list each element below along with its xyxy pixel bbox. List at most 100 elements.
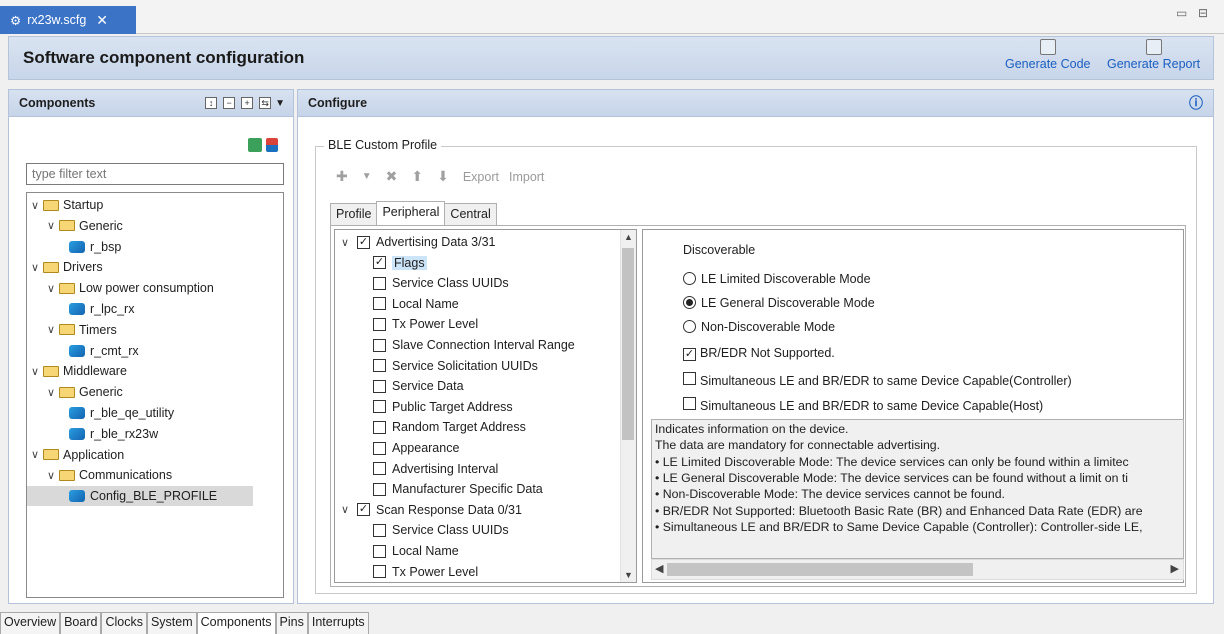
scroll-left-icon[interactable]: ◀ xyxy=(655,562,663,575)
info-icon[interactable]: ⓘ xyxy=(1189,93,1203,113)
move-up-icon[interactable]: ⬆ xyxy=(411,168,423,185)
checkbox[interactable] xyxy=(373,420,386,434)
view-menu-icon[interactable]: ⇆ xyxy=(259,97,272,109)
tree-item-r-ble-qe-utility[interactable]: r_ble_qe_utility xyxy=(63,403,174,423)
tab-peripheral[interactable]: Peripheral xyxy=(376,201,446,225)
list-item-local-name[interactable]: Local Name xyxy=(373,541,459,561)
import-button[interactable]: Import xyxy=(509,170,544,184)
add-icon[interactable]: ✚ xyxy=(336,168,348,185)
tree-item-drivers[interactable]: ∨ Drivers xyxy=(31,257,103,277)
checkbox[interactable] xyxy=(373,544,386,558)
bottom-tab-system[interactable]: System xyxy=(146,612,197,634)
checkbox[interactable] xyxy=(373,400,386,414)
chevron-down-icon[interactable]: ▼ xyxy=(275,98,285,109)
tree-item-communications[interactable]: ∨ Communications xyxy=(47,465,172,485)
chevron-down-icon[interactable]: ∨ xyxy=(31,365,43,378)
tree-item-r-ble-rx23w[interactable]: r_ble_rx23w xyxy=(63,424,158,444)
list-item-service-class-uuids[interactable]: Service Class UUIDs xyxy=(373,520,509,540)
checkbox[interactable] xyxy=(373,359,386,373)
radio-le-general-discoverable-mode[interactable]: LE General Discoverable Mode xyxy=(683,296,875,310)
close-icon[interactable]: ✕ xyxy=(96,12,108,29)
list-item-service-data[interactable]: Service Data xyxy=(373,376,464,396)
checkbox[interactable]: ✓ xyxy=(373,256,386,270)
chevron-down-icon[interactable]: ∨ xyxy=(31,199,43,212)
list-item-manufacturer-specific-data[interactable]: Manufacturer Specific Data xyxy=(373,479,543,499)
checkbox-br-edr-not-supported[interactable]: ✓ BR/EDR Not Supported. xyxy=(683,346,835,361)
minimize-icon[interactable]: ▭ xyxy=(1176,6,1190,20)
tree-item-application[interactable]: ∨ Application xyxy=(31,445,124,465)
checkbox[interactable] xyxy=(373,297,386,311)
scroll-right-icon[interactable]: ▶ xyxy=(1171,562,1179,575)
list-item-flags[interactable]: ✓ Flags xyxy=(373,253,427,273)
radio-non-discoverable-mode[interactable]: Non-Discoverable Mode xyxy=(683,320,835,334)
tree-item-generic[interactable]: ∨ Generic xyxy=(47,382,123,402)
remove-component-icon[interactable] xyxy=(266,138,278,152)
checkbox[interactable]: ✓ xyxy=(357,235,370,249)
radio-le-limited-discoverable-mode[interactable]: LE Limited Discoverable Mode xyxy=(683,272,871,286)
chevron-down-icon[interactable]: ∨ xyxy=(47,469,59,482)
checkbox[interactable] xyxy=(373,338,386,352)
chevron-down-icon[interactable]: ∨ xyxy=(31,261,43,274)
checkbox[interactable] xyxy=(373,276,386,290)
checkbox-simultaneous-le-and-br-edr-to-same-device-capable-host[interactable]: Simultaneous LE and BR/EDR to same Devic… xyxy=(683,397,1043,413)
tree-item-middleware[interactable]: ∨ Middleware xyxy=(31,361,127,381)
chevron-down-icon[interactable]: ∨ xyxy=(341,503,353,516)
delete-icon[interactable]: ✖ xyxy=(386,168,398,185)
list-item-random-target-address[interactable]: Random Target Address xyxy=(373,417,526,437)
generate-report-button[interactable]: Generate Report xyxy=(1107,39,1200,71)
tree-item-low-power-consumption[interactable]: ∨ Low power consumption xyxy=(47,278,214,298)
checkbox[interactable] xyxy=(373,441,386,455)
radio-button[interactable] xyxy=(683,320,696,333)
generate-code-button[interactable]: Generate Code xyxy=(1005,39,1090,71)
filter-input[interactable] xyxy=(26,163,284,185)
chevron-down-icon[interactable]: ∨ xyxy=(47,219,59,232)
chevron-down-icon[interactable]: ∨ xyxy=(31,448,43,461)
checkbox[interactable]: ✓ xyxy=(683,348,696,361)
tree-item-config-ble-profile[interactable]: Config_BLE_PROFILE xyxy=(27,486,253,507)
checkbox[interactable] xyxy=(373,523,386,537)
tree-item-r-lpc-rx[interactable]: r_lpc_rx xyxy=(63,299,134,319)
tree-item-generic[interactable]: ∨ Generic xyxy=(47,216,123,236)
bottom-tab-clocks[interactable]: Clocks xyxy=(101,612,147,634)
list-item-advertising-interval[interactable]: Advertising Interval xyxy=(373,459,498,479)
checkbox[interactable] xyxy=(373,379,386,393)
chevron-down-icon[interactable]: ▼ xyxy=(362,171,372,182)
expand-all-icon[interactable]: + xyxy=(241,97,254,109)
tab-profile[interactable]: Profile xyxy=(330,203,378,225)
bottom-tab-interrupts[interactable]: Interrupts xyxy=(307,612,369,634)
description-hscrollbar-thumb[interactable] xyxy=(667,563,973,576)
bottom-tab-pins[interactable]: Pins xyxy=(275,612,308,634)
bottom-tab-components[interactable]: Components xyxy=(196,612,276,634)
checkbox[interactable]: ✓ xyxy=(357,503,370,517)
radio-button[interactable] xyxy=(683,296,696,309)
list-item-slave-connection-interval-range[interactable]: Slave Connection Interval Range xyxy=(373,335,575,355)
export-button[interactable]: Export xyxy=(463,170,499,184)
tree-item-timers[interactable]: ∨ Timers xyxy=(47,320,117,340)
list-item-tx-power-level[interactable]: Tx Power Level xyxy=(373,562,478,582)
bottom-tab-overview[interactable]: Overview xyxy=(0,612,61,634)
list-group-advertising-data-3-31[interactable]: ∨ ✓ Advertising Data 3/31 xyxy=(341,232,496,252)
add-component-icon[interactable] xyxy=(248,138,262,152)
checkbox[interactable] xyxy=(373,317,386,331)
collapse-all-icon[interactable]: − xyxy=(223,97,236,109)
checkbox[interactable] xyxy=(683,397,696,410)
tree-item-r-cmt-rx[interactable]: r_cmt_rx xyxy=(63,341,139,361)
list-item-service-solicitation-uuids[interactable]: Service Solicitation UUIDs xyxy=(373,356,538,376)
list-item-service-class-uuids[interactable]: Service Class UUIDs xyxy=(373,273,509,293)
list-item-tx-power-level[interactable]: Tx Power Level xyxy=(373,314,478,334)
chevron-down-icon[interactable]: ∨ xyxy=(47,323,59,336)
radio-button[interactable] xyxy=(683,272,696,285)
editor-tab[interactable]: ⚙ rx23w.scfg ✕ xyxy=(0,6,136,34)
checkbox[interactable] xyxy=(373,462,386,476)
maximize-icon[interactable]: ⊟ xyxy=(1198,6,1212,20)
list-item-local-name[interactable]: Local Name xyxy=(373,294,459,314)
tree-item-r-bsp[interactable]: r_bsp xyxy=(63,237,121,257)
tab-central[interactable]: Central xyxy=(444,203,497,225)
list-group-scan-response-data-0-31[interactable]: ∨ ✓ Scan Response Data 0/31 xyxy=(341,500,522,520)
scroll-up-icon[interactable]: ▲ xyxy=(624,232,633,242)
scroll-down-icon[interactable]: ▼ xyxy=(624,570,633,580)
list-scrollbar-thumb[interactable] xyxy=(622,248,634,440)
sort-icon[interactable]: ↕ xyxy=(205,97,218,109)
chevron-down-icon[interactable]: ∨ xyxy=(47,282,59,295)
move-down-icon[interactable]: ⬇ xyxy=(437,168,449,185)
